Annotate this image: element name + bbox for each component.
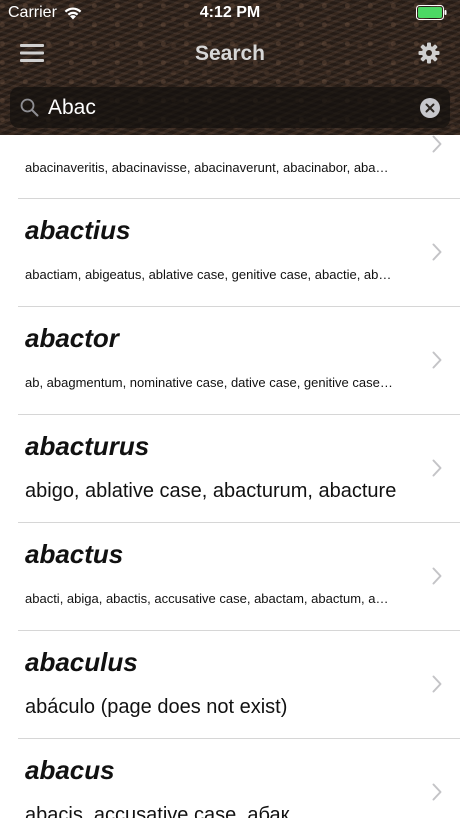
chevron-right-icon bbox=[432, 351, 442, 369]
result-forms: abáculo (page does not exist) bbox=[25, 696, 288, 718]
chevron-right-icon bbox=[432, 783, 442, 801]
list-item[interactable]: abacus abacis, accusative case, абак bbox=[0, 739, 460, 818]
list-item[interactable]: abactus abacti, abiga, abactis, accusati… bbox=[0, 523, 460, 630]
result-headword: abactius bbox=[25, 215, 131, 245]
results-list: abacinaveritis, abacinavisse, abacinaver… bbox=[0, 135, 460, 818]
result-forms: abacti, abiga, abactis, accusative case,… bbox=[25, 591, 395, 606]
result-headword: abaculus bbox=[25, 647, 138, 677]
result-headword: abactor bbox=[25, 323, 119, 353]
header: Carrier 4:12 PM Search bbox=[0, 0, 460, 135]
gear-icon[interactable] bbox=[418, 42, 440, 64]
battery-icon bbox=[416, 5, 447, 20]
chevron-right-icon bbox=[432, 243, 442, 261]
result-forms: abacinaveritis, abacinavisse, abacinaver… bbox=[25, 160, 395, 175]
clear-icon[interactable] bbox=[420, 98, 440, 118]
search-bar bbox=[10, 87, 450, 128]
result-forms: abigo, ablative case, abacturum, abactur… bbox=[25, 480, 397, 502]
status-bar: Carrier 4:12 PM bbox=[0, 0, 460, 26]
chevron-right-icon bbox=[432, 567, 442, 585]
list-item[interactable]: abacinaveritis, abacinavisse, abacinaver… bbox=[0, 135, 460, 198]
result-headword: abacus bbox=[25, 755, 115, 785]
page-title: Search bbox=[194, 42, 266, 65]
list-item[interactable]: abaculus abáculo (page does not exist) bbox=[0, 631, 460, 738]
list-item[interactable]: abactor ab, abagmentum, nominative case,… bbox=[0, 307, 460, 414]
nav-bar: Search bbox=[0, 30, 460, 78]
chevron-right-icon bbox=[432, 135, 442, 153]
clock: 4:12 PM bbox=[199, 4, 261, 21]
search-input[interactable] bbox=[48, 90, 408, 125]
list-item[interactable]: abacturus abigo, ablative case, abacturu… bbox=[0, 415, 460, 522]
chevron-right-icon bbox=[432, 459, 442, 477]
search-icon bbox=[20, 98, 39, 117]
list-item[interactable]: abactius abactiam, abigeatus, ablative c… bbox=[0, 199, 460, 306]
result-headword: abacturus bbox=[25, 431, 150, 461]
result-headword: abactus bbox=[25, 539, 124, 569]
result-forms: abactiam, abigeatus, ablative case, geni… bbox=[25, 267, 395, 282]
chevron-right-icon bbox=[432, 675, 442, 693]
result-forms: abacis, accusative case, абак bbox=[25, 804, 290, 818]
result-forms: ab, abagmentum, nominative case, dative … bbox=[25, 375, 395, 390]
